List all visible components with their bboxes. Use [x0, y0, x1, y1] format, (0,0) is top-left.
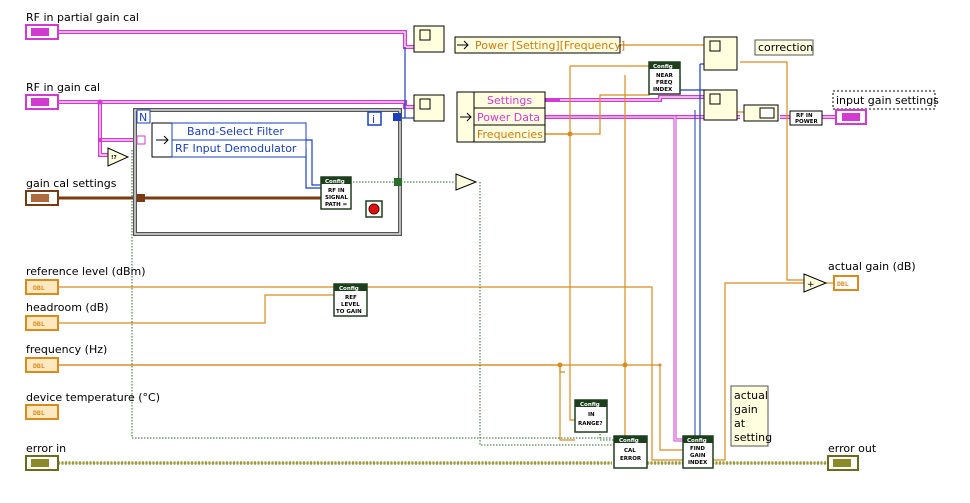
svg-text:Frequencies: Frequencies — [477, 128, 543, 141]
indicator-error-out: error out — [827, 442, 877, 471]
svg-text:correction: correction — [758, 41, 813, 54]
svg-text:gain: gain — [734, 403, 758, 416]
svg-text:headroom (dB): headroom (dB) — [26, 301, 109, 314]
green-wires — [131, 150, 618, 446]
control-frequency[interactable]: frequency (Hz) DBL — [25, 343, 107, 373]
control-headroom[interactable]: headroom (dB) DBL — [25, 301, 109, 331]
unbundle-power[interactable]: Power [Setting][Frequency] — [454, 36, 625, 54]
loop-tunnel — [393, 113, 401, 121]
svg-text:actual: actual — [734, 389, 768, 402]
loop-tunnel — [136, 135, 146, 145]
svg-text:reference level (dBm): reference level (dBm) — [26, 265, 146, 278]
svg-text:TO GAIN: TO GAIN — [336, 309, 362, 315]
svg-text:input gain settings: input gain settings — [836, 94, 939, 107]
svg-text:i: i — [372, 113, 375, 126]
svg-text:DBL: DBL — [33, 362, 45, 370]
svg-text:ERROR: ERROR — [620, 456, 642, 462]
svg-text:Power [Setting][Frequency]: Power [Setting][Frequency] — [475, 39, 625, 52]
control-device-temperature[interactable]: device temperature (°C) DBL — [25, 391, 160, 420]
svg-text:POWER: POWER — [795, 119, 819, 125]
svg-text:NEAR: NEAR — [656, 73, 674, 79]
add-node[interactable]: + — [803, 273, 828, 293]
control-error-in[interactable]: error in — [25, 442, 66, 471]
svg-text:CAL: CAL — [624, 448, 636, 454]
svg-text:Power Data: Power Data — [477, 111, 540, 124]
svg-text:frequency (Hz): frequency (Hz) — [26, 343, 107, 356]
svg-text:GAIN: GAIN — [690, 453, 706, 459]
correction-label: correction — [754, 39, 814, 56]
subvi-near-freq-index[interactable]: Config NEAR FREQ INDEX — [648, 61, 681, 95]
svg-text:actual gain (dB): actual gain (dB) — [828, 260, 916, 273]
svg-text:RF in gain cal: RF in gain cal — [26, 81, 100, 94]
control-reference-level[interactable]: reference level (dBm) DBL — [25, 265, 146, 295]
svg-text:N: N — [139, 111, 147, 124]
svg-text:DBL: DBL — [33, 409, 45, 417]
compare-node[interactable]: !? — [107, 147, 130, 167]
control-gain-cal-settings[interactable]: gain cal settings — [25, 177, 117, 206]
svg-text:Config: Config — [653, 64, 673, 70]
svg-text:setting: setting — [734, 431, 772, 444]
svg-text:error in: error in — [26, 442, 66, 455]
svg-text:Config: Config — [580, 402, 600, 408]
svg-text:DBL: DBL — [33, 284, 45, 292]
svg-text:FIND: FIND — [690, 446, 705, 452]
svg-text:INDEX: INDEX — [688, 460, 708, 466]
svg-text:DBL: DBL — [33, 320, 45, 328]
actual-gain-at-setting-label: actual gain at setting — [730, 385, 772, 447]
indicator-input-gain-settings: input gain settings — [832, 90, 939, 125]
svg-text:SIGNAL: SIGNAL — [325, 195, 348, 201]
loop-tunnel — [394, 178, 402, 186]
svg-text:at: at — [734, 417, 746, 430]
loop-tunnel — [137, 194, 145, 202]
svg-text:RANGE?: RANGE? — [578, 421, 603, 427]
svg-text:Config: Config — [619, 438, 639, 444]
svg-text:REF: REF — [345, 295, 357, 301]
subvi-rf-in-signal-path[interactable]: Config RF IN SIGNAL PATH = — [320, 176, 352, 210]
svg-text:PATH =: PATH = — [325, 202, 348, 208]
control-rf-gain[interactable]: RF in gain cal — [25, 81, 100, 110]
subvi-ref-level-to-gain[interactable]: Config REF LEVEL TO GAIN — [333, 283, 368, 317]
svg-text:FREQ: FREQ — [656, 80, 673, 86]
case-items[interactable]: Band-Select Filter RF Input Demodulator — [151, 122, 307, 158]
svg-text:DBL: DBL — [837, 280, 849, 288]
indicator-actual-gain: actual gain (dB) DBL — [828, 260, 916, 291]
control-rf-partial[interactable]: RF in partial gain cal — [25, 11, 139, 40]
svg-text:INDEX: INDEX — [653, 87, 673, 93]
svg-text:!?: !? — [111, 155, 117, 161]
subvi-cal-error[interactable]: Config CAL ERROR — [613, 435, 648, 469]
svg-text:Config: Config — [339, 286, 359, 292]
svg-text:+: + — [807, 280, 815, 290]
subvi-find-gain-index[interactable]: Config FIND GAIN INDEX — [682, 435, 714, 469]
svg-text:RF in partial gain cal: RF in partial gain cal — [26, 11, 139, 24]
subvi-rf-in-power[interactable]: RF IN POWER — [789, 110, 823, 126]
block-diagram: RF in partial gain cal RF in gain cal ga… — [25, 11, 939, 471]
wire-junctions — [557, 131, 662, 368]
svg-text:Config: Config — [325, 179, 345, 185]
svg-text:error out: error out — [828, 442, 877, 455]
svg-text:gain cal settings: gain cal settings — [26, 177, 117, 190]
unbundle-config[interactable]: Settings Power Data Frequencies — [456, 91, 546, 143]
subvi-in-range[interactable]: Config IN RANGE? — [574, 399, 608, 433]
svg-text:device temperature (°C): device temperature (°C) — [26, 391, 160, 404]
svg-text:RF IN: RF IN — [328, 188, 345, 194]
svg-text:Config: Config — [687, 438, 707, 444]
svg-text:Settings: Settings — [487, 94, 532, 107]
svg-text:Band-Select Filter: Band-Select Filter — [187, 125, 284, 138]
svg-text:IN: IN — [588, 412, 595, 418]
svg-text:LEVEL: LEVEL — [341, 302, 360, 308]
svg-text:RF Input Demodulator: RF Input Demodulator — [175, 142, 297, 155]
not-node[interactable] — [455, 173, 478, 191]
